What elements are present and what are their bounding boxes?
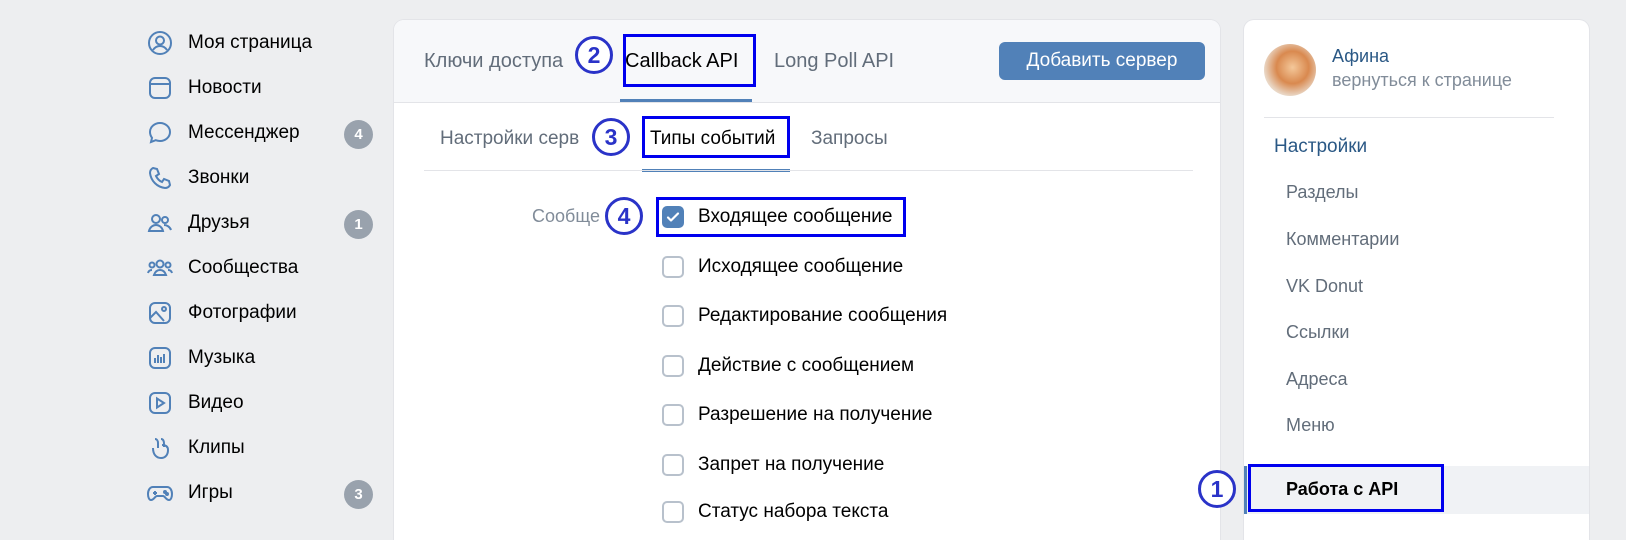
checkbox-unchecked[interactable] bbox=[662, 404, 684, 426]
checkbox-label: Разрешение на получение bbox=[698, 404, 933, 425]
back-to-page-link[interactable]: вернуться к странице bbox=[1332, 70, 1512, 91]
checkbox-outgoing-message[interactable]: Исходящее сообщение bbox=[662, 252, 903, 282]
nav-item-communities[interactable]: Сообщества bbox=[146, 248, 376, 288]
checkbox-typing-status[interactable]: Статус набора текста bbox=[662, 497, 888, 527]
checkbox-unchecked[interactable] bbox=[662, 454, 684, 476]
active-tab-indicator bbox=[620, 99, 752, 102]
nav-item-music[interactable]: Музыка bbox=[146, 338, 376, 378]
step-number-3: 3 bbox=[592, 118, 630, 156]
nav-item-video[interactable]: Видео bbox=[146, 383, 376, 423]
subtab-divider bbox=[424, 170, 1193, 171]
divider bbox=[1264, 117, 1554, 118]
user-circle-icon bbox=[146, 29, 174, 57]
section-label-messages: Сообще bbox=[532, 206, 600, 226]
nav-item-label: Мессенджер bbox=[188, 122, 300, 143]
nav-item-label: Видео bbox=[188, 392, 244, 413]
checkbox-message-edit[interactable]: Редактирование сообщения bbox=[662, 301, 947, 331]
menu-item-links[interactable]: Ссылки bbox=[1286, 322, 1349, 343]
tab-bar: Ключи доступа Callback API Long Poll API… bbox=[394, 20, 1220, 103]
nav-item-label: Игры bbox=[188, 482, 233, 503]
checkbox-unchecked[interactable] bbox=[662, 501, 684, 523]
nav-item-photos[interactable]: Фотографии bbox=[146, 293, 376, 333]
friends-icon bbox=[146, 209, 174, 237]
tab-long-poll-api[interactable]: Long Poll API bbox=[774, 50, 894, 73]
news-icon bbox=[146, 74, 174, 102]
nav-item-label: Клипы bbox=[188, 437, 245, 458]
checkbox-label: Статус набора текста bbox=[698, 501, 889, 522]
nav-item-news[interactable]: Новости bbox=[146, 68, 376, 108]
api-settings-panel: Ключи доступа Callback API Long Poll API… bbox=[394, 20, 1220, 540]
highlight-box-incoming-message bbox=[656, 197, 906, 237]
nav-item-label: Музыка bbox=[188, 347, 256, 368]
nav-item-label: Звонки bbox=[188, 167, 250, 188]
settings-link[interactable]: Настройки bbox=[1274, 136, 1367, 158]
nav-item-calls[interactable]: Звонки bbox=[146, 158, 376, 198]
active-item-bar bbox=[1244, 466, 1247, 514]
checkbox-unchecked[interactable] bbox=[662, 355, 684, 377]
checkbox-unchecked[interactable] bbox=[662, 256, 684, 278]
highlight-box-event-types bbox=[642, 116, 790, 158]
gamepad-icon bbox=[146, 479, 174, 507]
add-server-button[interactable]: Добавить сервер bbox=[999, 42, 1205, 80]
subtab-server-settings[interactable]: Настройки серв bbox=[440, 128, 579, 150]
nav-item-friends[interactable]: Друзья 1 bbox=[146, 203, 376, 243]
checkbox-label: Действие с сообщением bbox=[698, 355, 915, 376]
step-number-1: 1 bbox=[1198, 470, 1236, 508]
chat-bubble-icon bbox=[146, 119, 174, 147]
nav-item-clips[interactable]: Клипы bbox=[146, 428, 376, 468]
checkbox-message-action[interactable]: Действие с сообщением bbox=[662, 351, 914, 381]
tab-access-keys[interactable]: Ключи доступа bbox=[424, 50, 563, 73]
menu-item-vk-donut[interactable]: VK Donut bbox=[1286, 276, 1363, 297]
photo-icon bbox=[146, 299, 174, 327]
nav-item-games[interactable]: Игры 3 bbox=[146, 473, 376, 513]
checkbox-label: Запрет на получение bbox=[698, 454, 885, 475]
highlight-box-callback-api bbox=[623, 34, 756, 87]
subtab-requests[interactable]: Запросы bbox=[811, 128, 888, 150]
nav-item-label: Моя страница bbox=[188, 32, 313, 53]
nav-item-label: Новости bbox=[188, 77, 262, 98]
clips-icon bbox=[146, 434, 174, 462]
nav-item-messenger[interactable]: Мессенджер 4 bbox=[146, 113, 376, 153]
community-settings-menu: Афина вернуться к странице Настройки Раз… bbox=[1244, 20, 1589, 540]
menu-item-sections[interactable]: Разделы bbox=[1286, 182, 1358, 203]
nav-item-label: Фотографии bbox=[188, 302, 297, 323]
unread-badge: 4 bbox=[344, 120, 373, 149]
nav-item-label: Сообщества bbox=[188, 257, 299, 278]
community-name-link[interactable]: Афина bbox=[1332, 46, 1389, 67]
checkbox-deny-receive[interactable]: Запрет на получение bbox=[662, 450, 884, 480]
highlight-box-api-work bbox=[1248, 464, 1444, 512]
nav-item-my-page[interactable]: Моя страница bbox=[146, 23, 376, 63]
nav-item-label: Друзья bbox=[188, 212, 250, 233]
games-badge: 3 bbox=[344, 480, 373, 509]
checkbox-label: Исходящее сообщение bbox=[698, 256, 904, 277]
step-number-2: 2 bbox=[575, 36, 613, 74]
video-icon bbox=[146, 389, 174, 417]
menu-item-addresses[interactable]: Адреса bbox=[1286, 369, 1348, 390]
friend-requests-badge: 1 bbox=[344, 210, 373, 239]
communities-icon bbox=[146, 254, 174, 282]
menu-item-comments[interactable]: Комментарии bbox=[1286, 229, 1399, 250]
checkbox-unchecked[interactable] bbox=[662, 305, 684, 327]
music-icon bbox=[146, 344, 174, 372]
avatar[interactable] bbox=[1264, 44, 1316, 96]
step-number-4: 4 bbox=[605, 197, 643, 235]
phone-icon bbox=[146, 164, 174, 192]
checkbox-allow-receive[interactable]: Разрешение на получение bbox=[662, 400, 933, 430]
menu-item-menu[interactable]: Меню bbox=[1286, 415, 1335, 436]
checkbox-label: Редактирование сообщения bbox=[698, 305, 948, 326]
